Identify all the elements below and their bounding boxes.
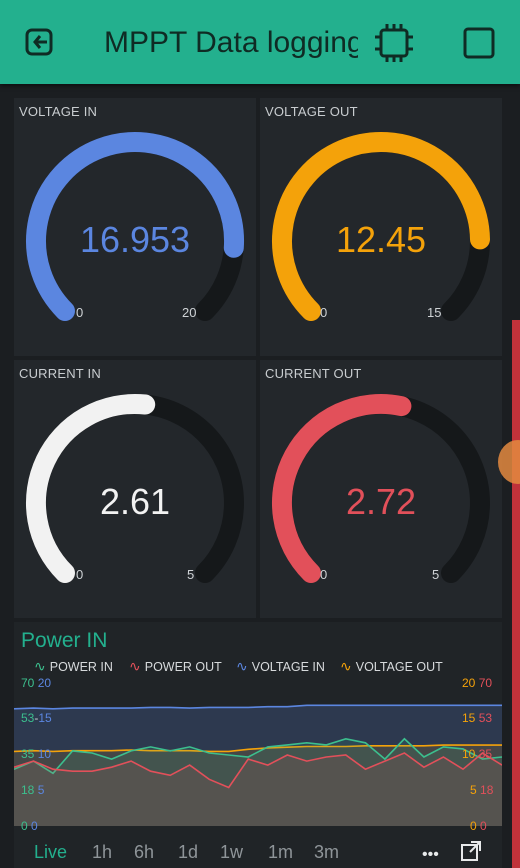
tab-6h[interactable]: 6h	[134, 842, 154, 863]
right-tick: 15 53	[462, 711, 493, 725]
chip-icon[interactable]	[374, 22, 414, 64]
right-tick: 10 35	[462, 747, 493, 761]
app-bar: MPPT Data logging	[0, 0, 520, 84]
gauge-value: 2.61	[99, 481, 171, 522]
left-tick: 35 10	[21, 747, 52, 761]
tab-1w[interactable]: 1w	[220, 842, 243, 863]
right-tick: 0 0	[470, 819, 487, 833]
gauge-min: 0	[320, 567, 328, 582]
gauge-min: 0	[320, 305, 328, 320]
square-icon[interactable]	[462, 26, 496, 60]
right-tick: 5 18	[470, 783, 494, 797]
gauge-voltage-out[interactable]: VOLTAGE OUT 12.45 0 15	[260, 98, 502, 356]
tab-1h[interactable]: 1h	[92, 842, 112, 863]
gauge-min: 0	[76, 567, 84, 582]
gauge-value: 2.72	[345, 481, 417, 522]
more-icon[interactable]: •••	[422, 846, 439, 864]
tab-3m[interactable]: 3m	[314, 842, 339, 863]
tab-1d[interactable]: 1d	[178, 842, 198, 863]
gauge-max: 5	[432, 567, 440, 582]
tab-1m[interactable]: 1m	[268, 842, 293, 863]
left-tick: 18 5	[21, 783, 45, 797]
left-tick: 53-15	[21, 711, 52, 725]
chart-panel: Power IN ∿ POWER IN ∿ POWER OUT ∿ VOLTAGE I…	[14, 622, 502, 868]
gauge-max: 5	[187, 567, 195, 582]
gauge-max: 20	[182, 305, 197, 320]
right-tick: 20 70	[462, 676, 493, 690]
left-tick: 70 20	[21, 676, 52, 690]
fullscreen-icon[interactable]	[460, 840, 482, 867]
gauge-value: 16.953	[79, 219, 191, 260]
window-edge	[512, 320, 520, 868]
chart-plot	[14, 704, 502, 826]
logout-icon[interactable]	[24, 26, 56, 58]
app-title: MPPT Data logging	[104, 26, 358, 59]
period-tabs: Live 1h 6h 1d 1w 1m 3m •••	[14, 840, 502, 868]
tab-live[interactable]: Live	[34, 842, 67, 863]
gauge-voltage-in[interactable]: VOLTAGE IN 16.953 0 20	[14, 98, 256, 356]
gauge-current-out[interactable]: CURRENT OUT 2.72 0 5	[260, 360, 502, 618]
gauge-max: 15	[427, 305, 442, 320]
left-tick: 0 0	[21, 819, 38, 833]
gauge-current-in[interactable]: CURRENT IN 2.61 0 5	[14, 360, 256, 618]
gauge-value: 12.45	[335, 219, 427, 260]
gauge-min: 0	[76, 305, 84, 320]
